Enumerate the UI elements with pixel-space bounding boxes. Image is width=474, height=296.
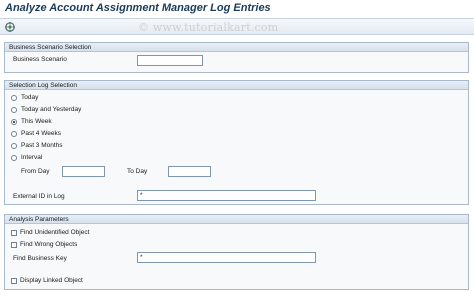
- checkbox-find-unidentified-object[interactable]: [11, 230, 17, 236]
- radio-this-week[interactable]: [11, 119, 17, 125]
- radio-label-interval: Interval: [21, 154, 43, 161]
- radio-label-past-4-weeks: Past 4 Weeks: [21, 130, 61, 137]
- business-scenario-input[interactable]: [137, 55, 203, 66]
- to-day-input[interactable]: [168, 166, 211, 177]
- title-bar: Analyze Account Assignment Manager Log E…: [0, 0, 474, 18]
- checkbox-label-display-linked-object: Display Linked Object: [20, 277, 83, 284]
- group-header: Selection Log Selection: [5, 81, 468, 90]
- to-day-label: To Day: [127, 168, 148, 175]
- radio-past-4-weeks[interactable]: [11, 131, 17, 137]
- radio-label-today: Today: [21, 94, 39, 101]
- selection-log-selection-group: Selection Log Selection: [4, 80, 469, 205]
- radio-today[interactable]: [11, 95, 17, 101]
- external-id-label: External ID in Log: [13, 193, 65, 200]
- find-business-key-input[interactable]: *: [137, 252, 316, 263]
- checkbox-label-find-unidentified-object: Find Unidentified Object: [20, 229, 90, 236]
- radio-today-and-yesterday[interactable]: [11, 107, 17, 113]
- from-day-input[interactable]: [62, 166, 105, 177]
- execute-icon[interactable]: [4, 21, 17, 33]
- from-day-label: From Day: [21, 168, 50, 175]
- business-scenario-label: Business Scenario: [13, 56, 67, 63]
- checkbox-label-find-wrong-objects: Find Wrong Objects: [20, 241, 78, 248]
- find-business-key-label: Find Business Key: [13, 255, 67, 262]
- watermark: © www.tutorialkart.com: [138, 21, 279, 34]
- radio-label-today-and-yesterday: Today and Yesterday: [21, 106, 82, 113]
- group-header: Business Scenario Selection: [5, 43, 468, 52]
- group-header: Analysis Parameters: [5, 215, 468, 224]
- external-id-input[interactable]: *: [137, 190, 316, 201]
- checkbox-find-wrong-objects[interactable]: [11, 242, 17, 248]
- radio-past-3-months[interactable]: [11, 143, 17, 149]
- radio-label-past-3-months: Past 3 Months: [21, 142, 63, 149]
- checkbox-display-linked-object[interactable]: [11, 278, 17, 284]
- business-scenario-selection-group: Business Scenario Selection: [4, 42, 469, 73]
- radio-label-this-week: This Week: [21, 118, 52, 125]
- page-title: Analyze Account Assignment Manager Log E…: [5, 2, 271, 14]
- radio-interval[interactable]: [11, 155, 17, 161]
